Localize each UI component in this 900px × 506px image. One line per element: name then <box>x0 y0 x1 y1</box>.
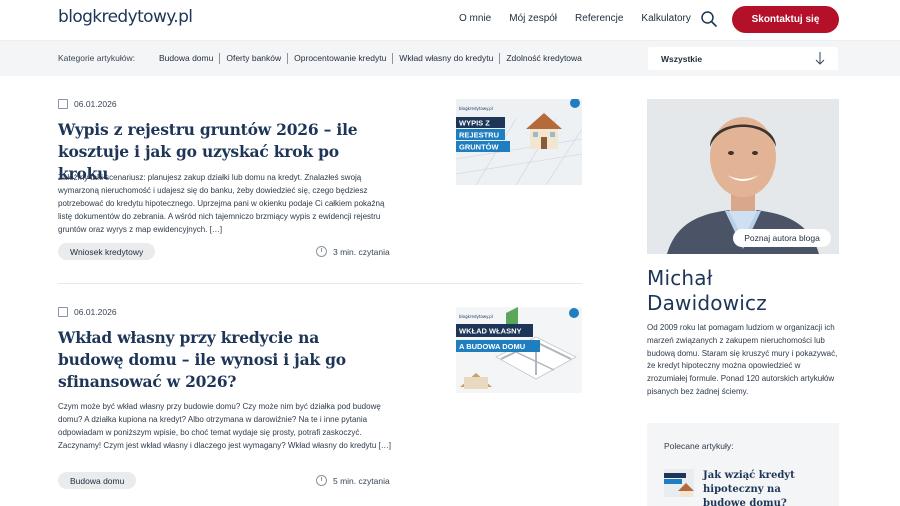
contact-button[interactable]: Skontaktuj się <box>732 6 839 33</box>
thumbnail-line-1: WYPIS Z <box>459 119 490 128</box>
article-card: 06.01.2026 Wkład własny przy kredycie na… <box>58 307 582 497</box>
search-icon[interactable] <box>700 10 718 28</box>
article-tag[interactable]: Budowa domu <box>58 472 137 489</box>
article-date: 06.01.2026 <box>74 307 117 317</box>
category-link-zdolnosc[interactable]: Zdolność kredytowa <box>499 53 588 64</box>
author-name: Michał Dawidowicz <box>647 266 767 316</box>
category-label: Kategorie artykułów: <box>58 53 136 63</box>
article-excerpt: Założmy taki scenariusz: planujesz zakup… <box>58 173 385 234</box>
article-tag[interactable]: Wniosek kredytowy <box>58 243 156 260</box>
article-read-time: 3 min. czytania <box>333 246 390 257</box>
recommended-thumbnail-image <box>664 469 694 497</box>
calendar-icon <box>58 99 68 109</box>
nav-item-references[interactable]: Referencje <box>575 13 623 24</box>
article-read-time: 5 min. czytania <box>333 475 390 486</box>
category-bar: Kategorie artykułów: Budowa domu Oferty … <box>0 40 900 76</box>
clock-icon <box>316 246 327 257</box>
thumbnail-line-2: REJESTRU <box>459 131 499 140</box>
thumbnail-house-image: blogkredytowy.pl WYPIS Z REJESTRU GRUNTÓ… <box>456 99 582 185</box>
main-nav: O mnie Mój zespół Referencje Kalkulatory <box>459 13 691 24</box>
recommended-box: Polecane artykuły: Jak wziąć kredyt hipo… <box>647 423 839 506</box>
arrow-down-icon <box>815 52 825 65</box>
nav-item-calculators[interactable]: Kalkulatory <box>641 13 690 24</box>
article-thumbnail[interactable]: blogkredytowy.pl WKŁAD WŁASNY A BUDOWA D… <box>456 307 582 393</box>
calendar-icon <box>58 307 68 317</box>
author-first-name: Michał <box>647 266 713 290</box>
site-logo[interactable]: blogkredytowy.pl <box>58 7 193 27</box>
nav-item-team[interactable]: Mój zespół <box>509 13 557 24</box>
category-select-value: Wszystkie <box>661 54 703 64</box>
article-excerpt: Czym może być wkład własny przy budowie … <box>58 402 392 450</box>
category-links: Budowa domu Oferty banków Oprocentowanie… <box>159 53 588 64</box>
article-divider <box>58 283 582 284</box>
site-header: blogkredytowy.pl O mnie Mój zespół Refer… <box>0 0 900 40</box>
thumbnail-line-1: WKŁAD WŁASNY <box>459 327 522 336</box>
clock-icon <box>316 475 327 486</box>
category-link-wklad-wlasny[interactable]: Wkład własny do kredytu <box>392 53 499 64</box>
category-select[interactable]: Wszystkie <box>648 47 838 70</box>
category-link-budowa-domu[interactable]: Budowa domu <box>159 53 219 64</box>
category-link-oprocentowanie[interactable]: Oprocentowanie kredytu <box>287 53 392 64</box>
author-last-name: Dawidowicz <box>647 291 767 315</box>
recommended-thumbnail[interactable] <box>664 469 694 497</box>
thumbnail-floorplan-image: blogkredytowy.pl WKŁAD WŁASNY A BUDOWA D… <box>456 307 582 393</box>
recommended-label: Polecane artykuły: <box>664 441 734 451</box>
article-card: 06.01.2026 Wypis z rejestru gruntów 2026… <box>58 99 582 269</box>
article-title[interactable]: Wkład własny przy kredycie na budowę dom… <box>58 327 378 393</box>
meet-author-button[interactable]: Poznaj autora bloga <box>733 229 831 247</box>
article-date: 06.01.2026 <box>74 99 117 109</box>
recommended-title[interactable]: Jak wziąć kredyt hipoteczny na budowę do… <box>703 469 823 506</box>
thumbnail-brand: blogkredytowy.pl <box>459 314 493 319</box>
author-bio: Od 2009 roku lat pomagam ludziom w organ… <box>647 323 838 396</box>
article-thumbnail[interactable]: blogkredytowy.pl WYPIS Z REJESTRU GRUNTÓ… <box>456 99 582 185</box>
category-link-oferty-bankow[interactable]: Oferty banków <box>219 53 287 64</box>
thumbnail-brand: blogkredytowy.pl <box>459 106 493 111</box>
thumbnail-line-3: GRUNTÓW <box>459 143 499 152</box>
thumbnail-line-2: A BUDOWA DOMU <box>459 342 525 351</box>
nav-item-about[interactable]: O mnie <box>459 13 491 24</box>
